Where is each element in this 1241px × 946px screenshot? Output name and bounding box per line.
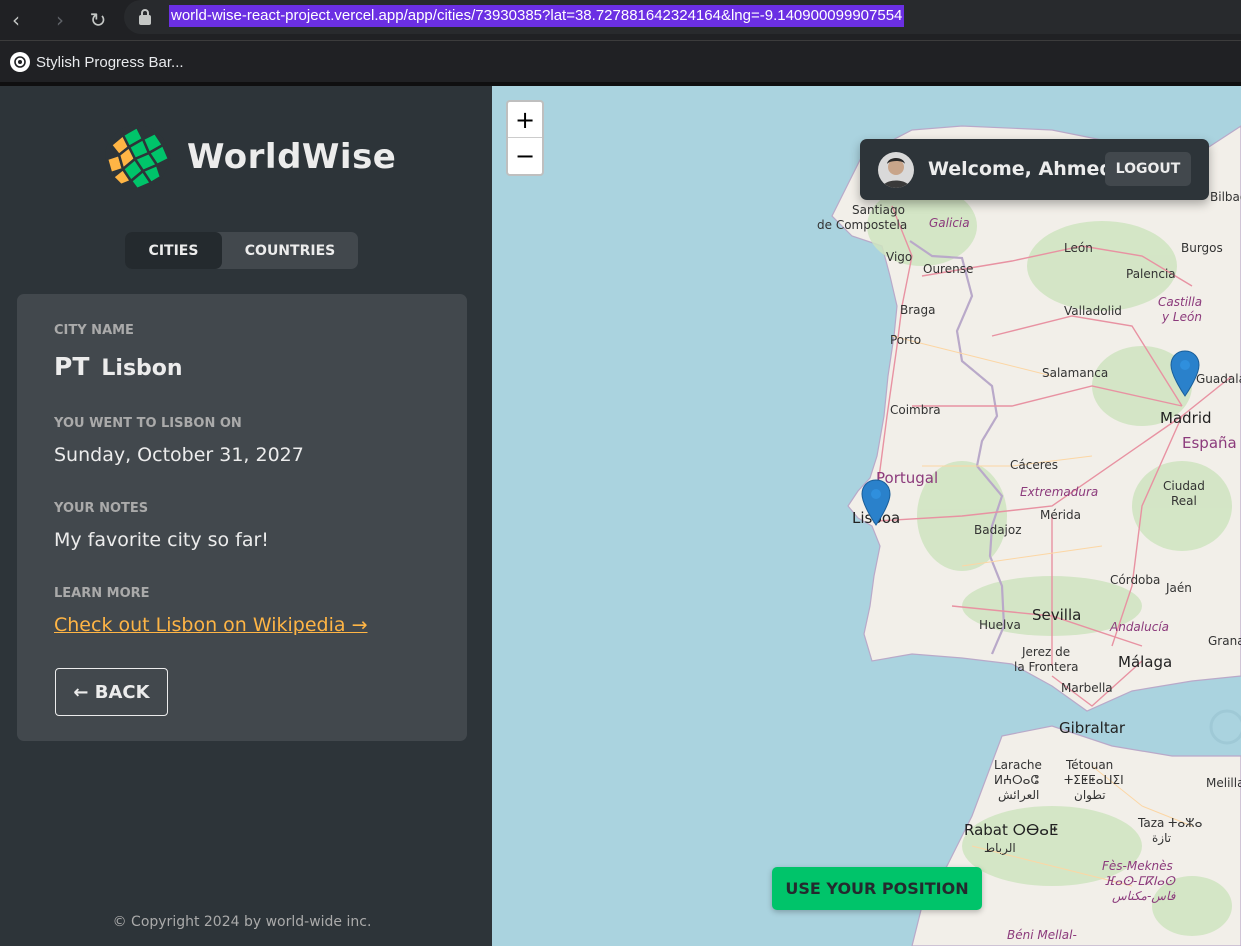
logo-text: WorldWise: [187, 137, 397, 177]
map-label: Ciudad: [1163, 479, 1205, 493]
map-label: Jerez de: [1022, 645, 1071, 659]
sidebar: WorldWise CITIES COUNTRIES CITY NAME PT …: [0, 86, 492, 946]
map-label: Huelva: [979, 618, 1021, 632]
map-label: Gibraltar: [1059, 719, 1126, 737]
forward-arrow-icon[interactable]: ›: [44, 4, 76, 36]
map-label: Guadalajara: [1196, 372, 1241, 386]
notes-text: My favorite city so far!: [54, 529, 269, 551]
use-position-button[interactable]: USE YOUR POSITION: [772, 867, 982, 910]
browser-toolbar: ‹ › ↻ world-wise-react-project.vercel.ap…: [0, 0, 1241, 40]
url-text[interactable]: world-wise-react-project.vercel.app/app/…: [169, 5, 905, 27]
map-label: Badajoz: [974, 523, 1022, 537]
map-label: Andalucía: [1110, 620, 1170, 634]
map-label: Jaén: [1166, 581, 1192, 595]
map-label: Porto: [890, 333, 922, 347]
zoom-in-button[interactable]: +: [508, 102, 542, 138]
nav-tabs: CITIES COUNTRIES: [125, 232, 358, 269]
map-label: Cáceres: [1010, 458, 1059, 472]
reload-icon[interactable]: ↻: [82, 4, 114, 36]
lock-icon: [139, 9, 151, 25]
welcome-text: Welcome, Ahmed: [928, 158, 1114, 180]
map-label: Bilbao: [1210, 190, 1241, 204]
map-label: Vigo: [886, 250, 913, 264]
city-heading: PT Lisbon: [54, 352, 183, 381]
map-label: Extremadura: [1020, 485, 1099, 499]
address-bar[interactable]: world-wise-react-project.vercel.app/app/…: [124, 0, 1241, 34]
user-panel: Welcome, Ahmed LOGOUT: [860, 139, 1209, 200]
map-label: León: [1064, 241, 1093, 255]
map-label: Ourense: [923, 262, 974, 276]
map-label: Coimbra: [890, 403, 941, 417]
zoom-out-button[interactable]: −: [508, 138, 542, 174]
bookmark-item[interactable]: Stylish Progress Bar...: [10, 52, 184, 72]
map-label: Béni Mellal-: [1007, 928, 1077, 942]
globe-logo-icon: [105, 125, 171, 191]
copyright: © Copyright 2024 by world-wide inc.: [112, 914, 372, 930]
map-label: la Frontera: [1014, 660, 1079, 674]
wikipedia-link[interactable]: Check out Lisbon on Wikipedia →: [54, 614, 368, 636]
map-marker-lisbon-icon[interactable]: [860, 479, 892, 527]
map-label: España: [1182, 434, 1237, 452]
map-label: Madrid: [1160, 409, 1212, 427]
user-avatar-icon: [878, 152, 914, 188]
map-label: ⵍⵄⵔⴰⵛ: [994, 773, 1039, 787]
map-label: Braga: [900, 303, 936, 317]
city-name: Lisbon: [101, 356, 183, 381]
zoom-control: + −: [506, 100, 544, 176]
map-label: y León: [1162, 310, 1202, 324]
avatar: [878, 152, 914, 188]
map-label: de Compostela: [817, 218, 908, 232]
map-label: Granada: [1208, 634, 1241, 648]
map-label: Taza ⵜⴰⵣⴰ: [1138, 816, 1203, 830]
notes-label: YOUR NOTES: [54, 501, 149, 516]
map-label: العرائش: [998, 788, 1040, 802]
map-label: Palencia: [1126, 267, 1176, 281]
back-arrow-icon[interactable]: ‹: [0, 4, 32, 36]
map-label: Rabat ⵔⴱⴰⵟ: [964, 821, 1059, 839]
map-label: Castilla: [1158, 295, 1203, 309]
map-label: Mérida: [1040, 508, 1081, 522]
map-label: Larache: [994, 758, 1042, 772]
map-label: Valladolid: [1064, 304, 1122, 318]
tab-cities[interactable]: CITIES: [125, 232, 222, 269]
map-label: الرباط: [984, 841, 1016, 855]
map-label: ⵜⵉⵟⵟⴰⵡⵉⵏ: [1064, 773, 1124, 787]
logout-button[interactable]: LOGOUT: [1105, 152, 1191, 186]
map-label: Melilla: [1206, 776, 1241, 790]
map-label: فاس-مكناس: [1112, 889, 1176, 903]
map-label: Galicia: [929, 216, 970, 230]
map-label: ⴼⴰⵙ-ⵎⴽⵏⴰⵙ: [1104, 874, 1175, 888]
map[interactable]: Santiago de Compostela Galicia Bilbao Le…: [492, 86, 1241, 946]
tab-countries[interactable]: COUNTRIES: [222, 232, 358, 269]
map-marker-madrid-icon[interactable]: [1169, 350, 1201, 398]
map-label: Tétouan: [1066, 758, 1114, 772]
map-label: Marbella: [1061, 681, 1113, 695]
chatgpt-icon: [10, 52, 30, 72]
logo[interactable]: WorldWise: [103, 123, 396, 191]
learn-more-label: LEARN MORE: [54, 586, 150, 601]
map-label: Sevilla: [1032, 606, 1082, 624]
map-label: Real: [1171, 494, 1197, 508]
visit-date: Sunday, October 31, 2027: [54, 444, 304, 466]
map-label: تطوان: [1074, 788, 1106, 802]
visit-date-label: YOU WENT TO LISBON ON: [54, 416, 242, 431]
map-label: Santiago: [852, 203, 905, 217]
map-label: Málaga: [1118, 653, 1173, 671]
map-label: Salamanca: [1042, 366, 1109, 380]
city-details-card: CITY NAME PT Lisbon YOU WENT TO LISBON O…: [17, 294, 467, 741]
map-label: تازة: [1152, 831, 1172, 845]
bookmark-label: Stylish Progress Bar...: [36, 53, 184, 71]
bookmarks-bar: Stylish Progress Bar...: [0, 40, 1241, 82]
city-name-label: CITY NAME: [54, 323, 134, 338]
map-label: Burgos: [1181, 241, 1223, 255]
back-button[interactable]: ← BACK: [55, 668, 168, 716]
map-label: Fès-Meknès: [1102, 859, 1173, 873]
country-flag: PT: [54, 352, 90, 381]
map-label: Córdoba: [1110, 573, 1161, 587]
